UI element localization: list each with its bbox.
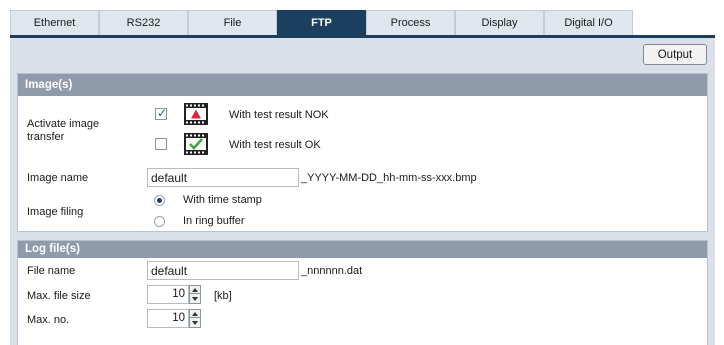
tab-process[interactable]: Process [366, 10, 455, 35]
max-no-label: Max. no. [27, 314, 70, 326]
log-file-suffix: _nnnnnn.dat [301, 265, 363, 277]
image-name-input[interactable] [147, 168, 299, 187]
tab-ethernet[interactable]: Ethernet [10, 10, 99, 35]
in-ring-buffer-label: In ring buffer [183, 215, 245, 227]
tab-rs232[interactable]: RS232 [99, 10, 188, 35]
radio-selected-dot [157, 198, 162, 203]
image-name-suffix: _YYYY-MM-DD_hh-mm-ss-xxx.bmp [301, 172, 477, 184]
with-time-stamp-label: With time stamp [183, 194, 262, 206]
tab-display[interactable]: Display [455, 10, 544, 35]
image-filing-label: Image filing [27, 206, 84, 218]
ok-label: With test result OK [229, 139, 321, 151]
image-name-label: Image name [27, 172, 89, 184]
tab-bar: Ethernet RS232 File FTP Process Display … [10, 10, 715, 35]
max-file-size-unit: [kb] [214, 290, 232, 302]
film-warning-icon [184, 103, 208, 125]
log-files-section: Log file(s) File name _nnnnnn.dat Max. f… [17, 240, 708, 345]
activate-image-transfer-label: Activate image transfer [27, 118, 100, 143]
nok-checkbox[interactable]: ✓ [155, 106, 168, 120]
stepper-down-icon[interactable] [190, 295, 200, 303]
checkmark-icon: ✓ [157, 106, 168, 120]
max-file-size-value[interactable]: 10 [147, 285, 189, 304]
tab-ftp[interactable]: FTP [277, 10, 366, 35]
log-file-name-input[interactable] [147, 261, 299, 280]
film-check-icon [184, 133, 208, 155]
images-section-title: Image(s) [18, 74, 707, 96]
images-section: Image(s) Activate image transfer ✓ With … [17, 73, 708, 232]
ftp-panel: Output Image(s) Activate image transfer … [10, 35, 715, 345]
ok-checkbox[interactable] [155, 138, 167, 150]
stepper-arrows[interactable] [189, 309, 201, 328]
file-name-label: File name [27, 265, 76, 277]
log-files-section-title: Log file(s) [18, 241, 707, 258]
stepper-down-icon[interactable] [190, 319, 200, 327]
radio-in-ring-buffer[interactable] [154, 216, 165, 227]
tab-file[interactable]: File [188, 10, 277, 35]
nok-label: With test result NOK [229, 109, 329, 121]
max-file-size-label: Max. file size [27, 290, 91, 302]
stepper-arrows[interactable] [189, 285, 201, 304]
output-button[interactable]: Output [643, 44, 707, 65]
tab-digital-io[interactable]: Digital I/O [544, 10, 633, 35]
stepper-up-icon[interactable] [190, 310, 200, 318]
stepper-up-icon[interactable] [190, 286, 200, 294]
radio-with-time-stamp[interactable] [154, 195, 165, 206]
max-no-value[interactable]: 10 [147, 309, 189, 328]
